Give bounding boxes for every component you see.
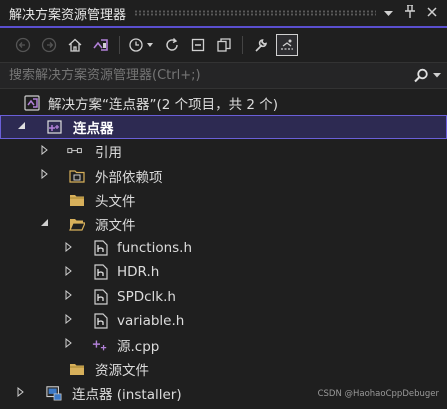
external-dependencies-icon [69, 168, 85, 184]
show-all-files-button[interactable] [213, 34, 235, 56]
references-icon [67, 143, 83, 159]
tree-item-references[interactable]: 引用 [0, 139, 447, 163]
header-file-icon [93, 240, 109, 256]
collapsed-arrow-icon[interactable] [61, 290, 75, 303]
pin-icon[interactable] [405, 4, 415, 21]
solution-icon [24, 95, 40, 111]
tree-item-header-files[interactable]: 头文件 [0, 188, 447, 212]
tree-item-resource-files[interactable]: 资源文件 [0, 357, 447, 381]
tree-item-label: functions.h [117, 240, 193, 257]
toolbar-separator [242, 36, 243, 54]
collapsed-arrow-icon[interactable] [37, 144, 51, 158]
tree-item-label: 连点器 (installer) [72, 387, 182, 404]
show-all-files-icon [217, 38, 231, 52]
header-file-icon [93, 264, 109, 281]
tree-item-label: 源文件 [95, 218, 136, 235]
cpp-file-icon [92, 337, 108, 353]
home-button[interactable] [64, 34, 86, 56]
tree-item-label: 连点器 [73, 121, 114, 138]
tree-item-label: SPDclk.h [117, 288, 176, 305]
home-icon [68, 38, 82, 52]
search-options-button[interactable] [407, 68, 447, 84]
collapsed-arrow-icon[interactable] [13, 386, 27, 400]
collapsed-arrow-icon[interactable] [37, 169, 51, 182]
tree-item-label: 资源文件 [95, 363, 149, 380]
collapse-all-button[interactable] [187, 34, 209, 56]
cpp-project-icon [47, 119, 63, 135]
tree-item-file[interactable]: functions.h [0, 236, 447, 260]
properties-button[interactable] [250, 34, 272, 56]
collapsed-arrow-icon[interactable] [61, 265, 75, 279]
tree-item-external-dependencies[interactable]: 外部依赖项 [0, 164, 447, 188]
window-position-dropdown-icon[interactable] [384, 6, 393, 20]
tree-item-label: 外部依赖项 [95, 169, 163, 186]
forward-button[interactable] [38, 34, 60, 56]
header-file-icon [93, 288, 109, 305]
collapse-all-icon [191, 38, 205, 52]
tree-item-file[interactable]: variable.h [0, 309, 447, 333]
toolbar [0, 28, 447, 62]
tree-item-file[interactable]: 源.cpp [0, 333, 447, 357]
pending-changes-filter-button[interactable] [127, 34, 157, 56]
header-file-icon [93, 313, 109, 329]
preview-selected-items-button[interactable] [276, 34, 298, 56]
back-arrow-icon [15, 37, 31, 53]
tree-item-project[interactable]: 连点器 [0, 115, 447, 140]
panel-title: 解决方案资源管理器 [9, 7, 127, 23]
panel-titlebar: 解决方案资源管理器 [0, 0, 447, 26]
tree-item-label: 源.cpp [117, 338, 160, 355]
tree-item-file[interactable]: SPDclk.h [0, 285, 447, 309]
close-icon[interactable] [427, 6, 437, 20]
wrench-icon [255, 39, 267, 52]
tree-item-file[interactable]: HDR.h [0, 260, 447, 284]
search-bar [0, 62, 447, 89]
preview-icon [281, 39, 293, 50]
tree-item-label: 引用 [95, 145, 122, 162]
collapsed-arrow-icon[interactable] [61, 241, 75, 255]
search-icon [414, 68, 428, 82]
switch-views-button[interactable] [90, 34, 112, 56]
chevron-down-icon [433, 73, 441, 78]
expanded-arrow-icon[interactable] [37, 218, 51, 230]
tree-item-label: HDR.h [117, 264, 160, 281]
expanded-arrow-icon[interactable] [14, 121, 28, 133]
installer-project-icon [46, 385, 62, 401]
back-button[interactable] [12, 34, 34, 56]
tree-item-source-files[interactable]: 源文件 [0, 212, 447, 236]
collapsed-arrow-icon[interactable] [61, 314, 75, 327]
folder-icon [69, 192, 85, 208]
drag-handle[interactable] [134, 10, 376, 16]
tree-item-label: 头文件 [95, 193, 136, 210]
clock-dropdown-icon [129, 38, 153, 52]
refresh-icon [166, 38, 178, 51]
vs-solution-icon [93, 39, 108, 51]
watermark: CSDN @HaohaoCppDebuger [317, 389, 439, 399]
folder-icon [69, 361, 85, 377]
search-input[interactable] [0, 68, 407, 83]
collapsed-arrow-icon[interactable] [61, 338, 75, 351]
tree-item-label: variable.h [117, 312, 185, 329]
refresh-button[interactable] [161, 34, 183, 56]
solution-tree: 解决方案“连点器”(2 个项目，共 2 个) 连点器 引用 外部依赖项 头文件 … [0, 91, 447, 405]
tree-item-label: 解决方案“连点器”(2 个项目，共 2 个) [48, 97, 279, 114]
forward-arrow-icon [41, 37, 57, 53]
folder-open-icon [69, 216, 85, 232]
toolbar-separator [119, 36, 120, 54]
tree-item-solution[interactable]: 解决方案“连点器”(2 个项目，共 2 个) [0, 91, 447, 115]
